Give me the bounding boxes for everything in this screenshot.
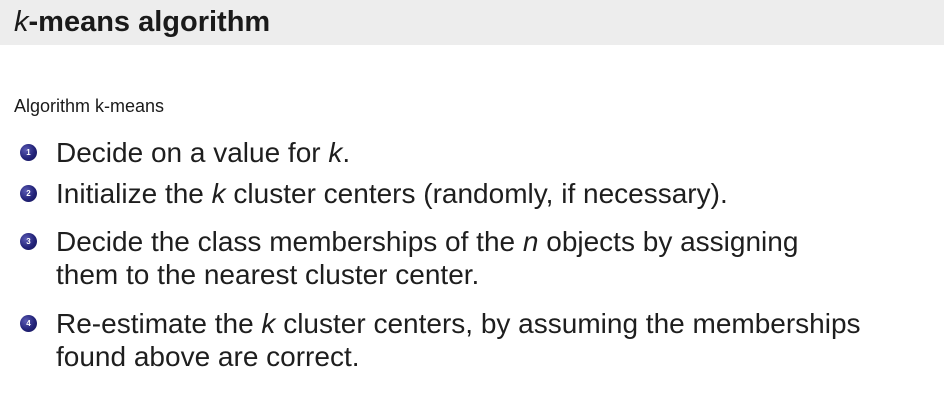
step-variable: k	[211, 178, 226, 209]
step-text-part: .	[342, 137, 351, 168]
title-variable-k: k	[14, 6, 29, 38]
step-text: Decide the class memberships of the n ob…	[56, 225, 936, 291]
slide: k-means algorithm Algorithm k-means 1 De…	[0, 0, 944, 408]
slide-title: k-means algorithm	[14, 5, 270, 39]
step-text-part: cluster centers (randomly, if necessary)…	[225, 178, 728, 209]
title-text: -means algorithm	[28, 6, 271, 38]
title-bar: k-means algorithm	[0, 0, 944, 45]
step-text: Initialize the k cluster centers (random…	[56, 177, 936, 210]
step-text-part: Re-estimate the	[56, 308, 262, 339]
step-number-bullet: 4	[20, 315, 37, 332]
step-text-part: Initialize the	[56, 178, 212, 209]
step-variable: n	[522, 226, 539, 257]
step-variable: k	[328, 137, 343, 168]
step-text-part: Decide on a value for	[56, 137, 329, 168]
algorithm-label: Algorithm k-means	[14, 96, 165, 116]
step-number-bullet: 2	[20, 185, 37, 202]
step-text: Decide on a value for k.	[56, 136, 936, 169]
step-number-bullet: 3	[20, 233, 37, 250]
step-text-part: objects by assigning	[538, 226, 799, 257]
step-text-line2: found above are correct.	[56, 341, 360, 372]
step-text-line2: them to the nearest cluster center.	[56, 259, 480, 290]
step-number-bullet: 1	[20, 144, 37, 161]
step-text: Re-estimate the k cluster centers, by as…	[56, 307, 936, 373]
step-text-part: cluster centers, by assuming the members…	[275, 308, 861, 339]
step-text-part: Decide the class memberships of the	[56, 226, 523, 257]
step-variable: k	[261, 308, 276, 339]
